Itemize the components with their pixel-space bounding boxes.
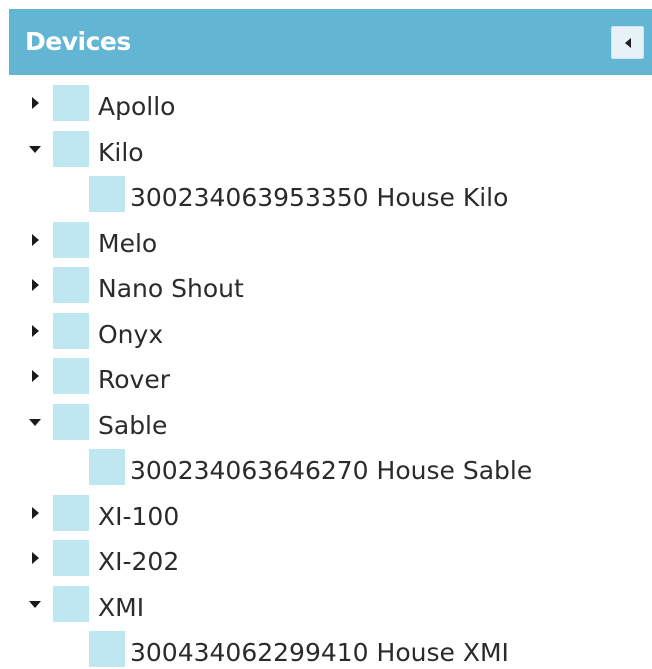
caret-right-icon[interactable] <box>24 358 46 398</box>
tree-node[interactable]: XMI <box>0 585 652 632</box>
tree-node[interactable]: Nano Shout <box>0 267 652 313</box>
folder-icon <box>53 221 89 258</box>
caret-down-icon[interactable] <box>24 586 46 626</box>
device-tree: Apollo Kilo 300234063953350 House Kilo Melo… <box>0 85 652 669</box>
folder-icon <box>53 267 89 303</box>
folder-icon <box>53 540 89 576</box>
device-icon <box>89 631 125 667</box>
folder-icon <box>53 403 89 440</box>
tree-node[interactable]: Rover <box>0 358 652 404</box>
tree-child-label: 300234063953350 House Kilo <box>130 183 509 212</box>
tree-child-label: 300434062299410 House XMI <box>130 638 509 667</box>
device-icon <box>89 176 125 212</box>
tree-node[interactable]: Onyx <box>0 312 652 359</box>
tree-node[interactable]: XI-202 <box>0 540 652 586</box>
tree-node-label: Onyx <box>98 319 164 349</box>
caret-right-icon[interactable] <box>24 85 46 125</box>
panel-title: Devices <box>25 27 131 56</box>
folder-icon <box>53 130 89 167</box>
tree-node[interactable]: Melo <box>0 221 652 268</box>
tree-node[interactable]: Apollo <box>0 85 652 131</box>
devices-panel: Devices Apollo Kilo 300234063953350 House … <box>0 0 652 669</box>
collapse-panel-button[interactable] <box>611 26 644 59</box>
caret-right-icon[interactable] <box>24 540 46 580</box>
folder-icon <box>53 494 89 531</box>
tree-node-label: XMI <box>98 592 145 622</box>
tree-node-label: Apollo <box>98 92 176 121</box>
tree-child-node[interactable]: 300434062299410 House XMI <box>0 631 652 669</box>
caret-down-icon[interactable] <box>24 404 46 444</box>
panel-header: Devices <box>9 9 652 75</box>
folder-icon <box>53 85 89 121</box>
tree-node[interactable]: XI-100 <box>0 494 652 541</box>
tree-child-node[interactable]: 300234063953350 House Kilo <box>0 176 652 222</box>
tree-node-label: Melo <box>98 228 158 258</box>
tree-node-label: Nano Shout <box>98 274 244 303</box>
device-icon <box>89 449 125 485</box>
folder-icon <box>53 358 89 394</box>
tree-node-label: XI-202 <box>98 547 180 576</box>
tree-node-label: Sable <box>98 410 168 440</box>
caret-right-icon[interactable] <box>24 267 46 307</box>
tree-child-node[interactable]: 300234063646270 House Sable <box>0 449 652 495</box>
caret-right-icon[interactable] <box>24 222 46 262</box>
tree-node[interactable]: Sable <box>0 403 652 450</box>
folder-icon <box>53 585 89 622</box>
caret-right-icon[interactable] <box>24 495 46 535</box>
caret-right-icon[interactable] <box>24 313 46 353</box>
caret-left-icon <box>625 38 631 48</box>
tree-node-label: Rover <box>98 365 170 394</box>
folder-icon <box>53 312 89 349</box>
tree-child-label: 300234063646270 House Sable <box>130 456 533 485</box>
tree-node-label: Kilo <box>98 137 144 167</box>
caret-down-icon[interactable] <box>24 131 46 171</box>
tree-node[interactable]: Kilo <box>0 130 652 177</box>
tree-node-label: XI-100 <box>98 501 180 531</box>
